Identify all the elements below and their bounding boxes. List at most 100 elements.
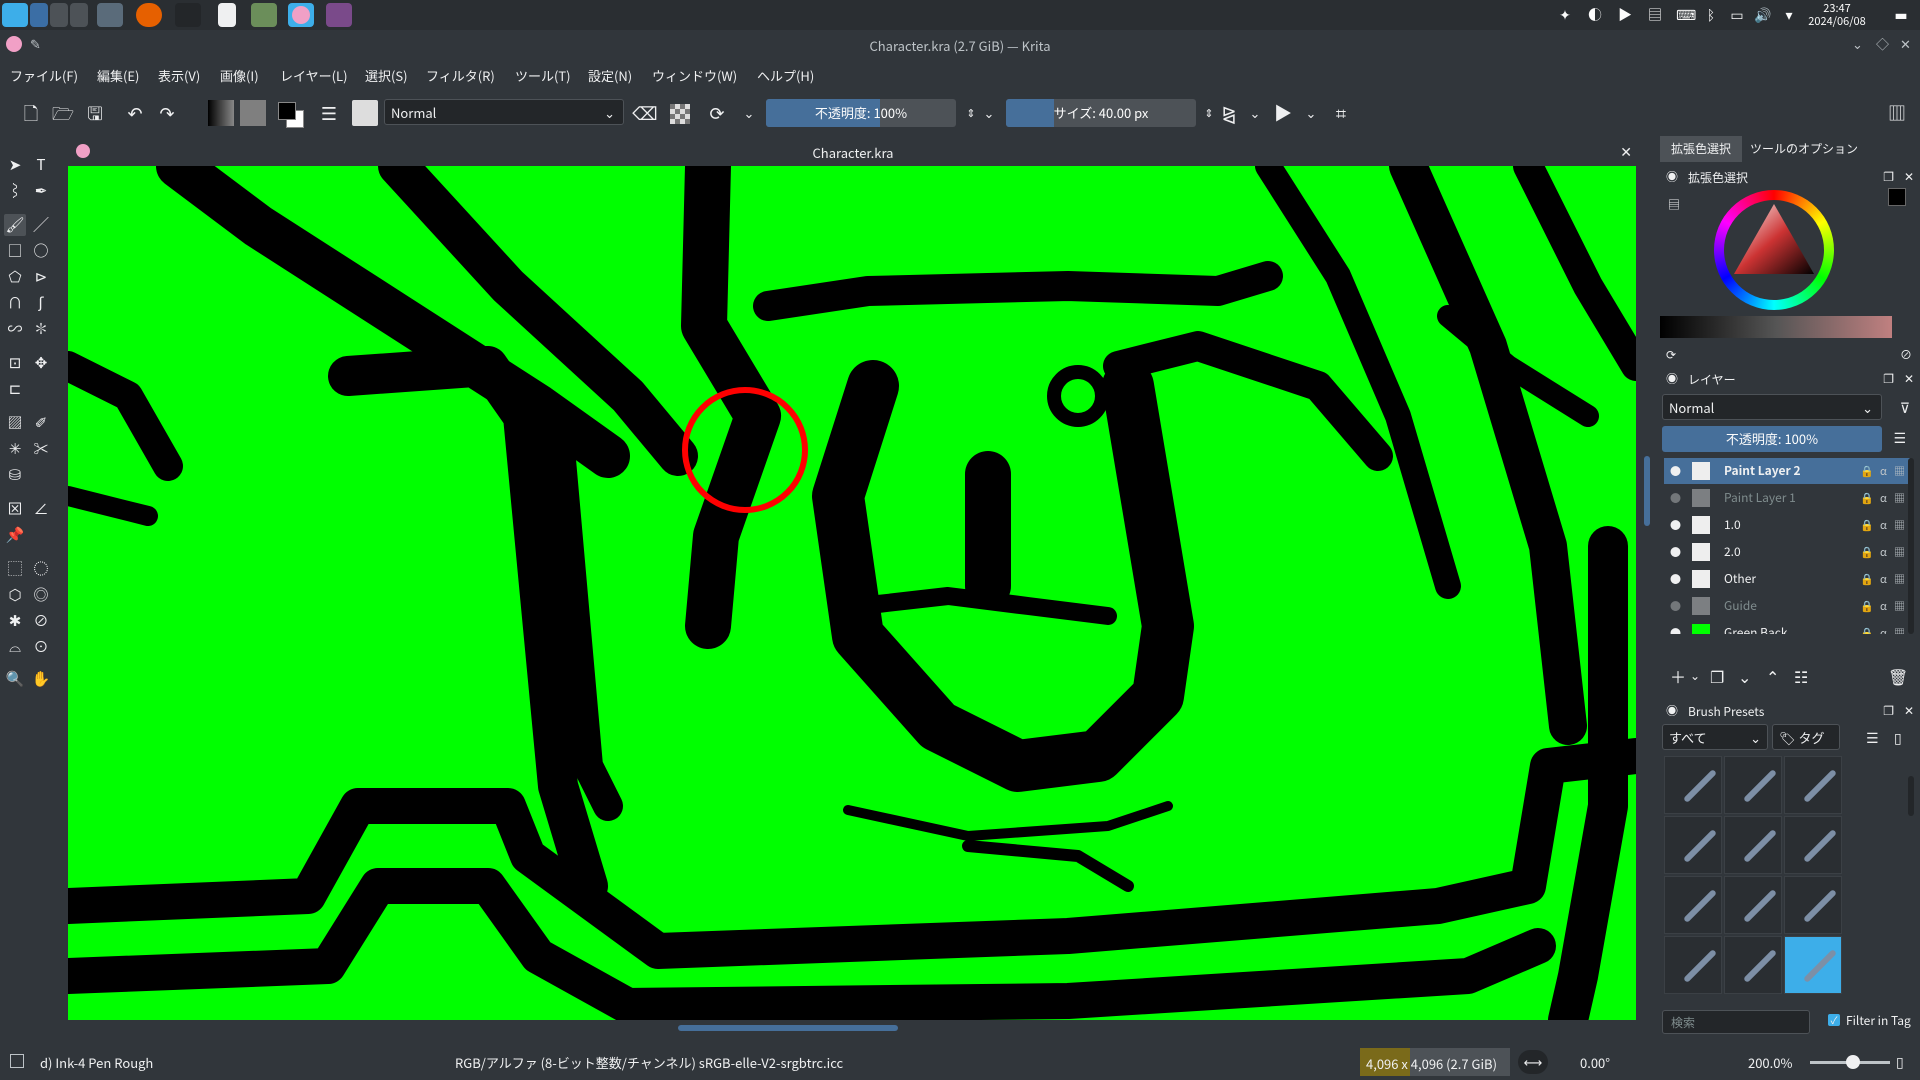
filter-in-tag-checkbox[interactable]: ✓ bbox=[1828, 1014, 1840, 1026]
zoom-tool-icon[interactable]: 🔍 bbox=[4, 668, 26, 690]
layer-lock-icon[interactable]: 🔒 bbox=[1860, 458, 1874, 484]
close-window-icon[interactable]: ✕ bbox=[1900, 34, 1911, 53]
ellipse-select-icon[interactable]: ◌ bbox=[30, 558, 52, 580]
mirror-h-dropdown-icon[interactable]: ⌄ bbox=[1242, 100, 1268, 126]
move-tool-icon[interactable]: ✥ bbox=[30, 352, 52, 374]
layer-lock-icon[interactable]: 🔒 bbox=[1860, 485, 1874, 511]
freehand-brush-icon[interactable]: 🖌 bbox=[4, 214, 26, 236]
close-tab-icon[interactable]: ✕ bbox=[1620, 142, 1632, 162]
freehand-select-icon[interactable]: ◎ bbox=[30, 584, 52, 606]
inherit-alpha-icon[interactable]: ▦ bbox=[1894, 539, 1905, 565]
ellipse-tool-icon[interactable]: ○ bbox=[30, 240, 52, 262]
add-layer-dropdown-icon[interactable]: ⌄ bbox=[1690, 667, 1700, 684]
menu-filter[interactable]: フィルタ(R) bbox=[426, 66, 495, 85]
eye-icon[interactable]: ● bbox=[1670, 512, 1681, 538]
gradient-tool-icon[interactable]: ▨ bbox=[4, 412, 26, 434]
fit-page-icon[interactable]: ▯ bbox=[1896, 1052, 1904, 1072]
rect-select-icon[interactable]: ⬚ bbox=[4, 558, 26, 580]
inherit-alpha-icon[interactable]: ▦ bbox=[1894, 458, 1905, 484]
inherit-alpha-icon[interactable]: ▦ bbox=[1894, 593, 1905, 619]
brush-preset-thumbnail[interactable] bbox=[1724, 936, 1782, 994]
tray-expand-icon[interactable]: ▾ bbox=[1780, 6, 1798, 24]
workspace-icon[interactable]: ▥ bbox=[1884, 100, 1910, 126]
close-docker-icon[interactable]: ✕ bbox=[1904, 168, 1914, 185]
brush-tag-combo[interactable]: 🏷 タグ bbox=[1772, 724, 1840, 750]
layer-lock-icon[interactable]: 🔒 bbox=[1860, 566, 1874, 592]
opacity-slider[interactable]: 不透明度: 100% bbox=[766, 99, 956, 127]
eye-hidden-icon[interactable]: ● bbox=[1670, 485, 1681, 511]
bezier-tool-icon[interactable]: ∩ bbox=[4, 292, 26, 314]
virtual-desktop-3[interactable] bbox=[70, 3, 88, 27]
smart-patch-icon[interactable]: ✂ bbox=[30, 438, 52, 460]
layer-properties-icon[interactable]: ☷ bbox=[1794, 664, 1808, 688]
alpha-lock-icon[interactable]: α bbox=[1880, 512, 1887, 538]
brush-preset-icon[interactable] bbox=[352, 100, 378, 126]
layer-list-scrollbar[interactable] bbox=[1908, 458, 1914, 634]
volume-icon[interactable]: 🔊 bbox=[1754, 6, 1772, 24]
lock-icon[interactable]: ◉ bbox=[1666, 702, 1678, 719]
tab-color-selector[interactable]: 拡張色選択 bbox=[1660, 136, 1742, 162]
alpha-lock-icon[interactable]: α bbox=[1880, 593, 1887, 619]
brush-view-icon[interactable]: ☰ bbox=[1866, 728, 1879, 748]
fg-bg-color-icon[interactable] bbox=[276, 100, 304, 128]
alpha-lock-icon[interactable]: α bbox=[1880, 458, 1887, 484]
brush-filter-combo[interactable]: すべて ⌄ bbox=[1662, 724, 1768, 750]
menu-image[interactable]: 画像(I) bbox=[220, 66, 259, 85]
inherit-alpha-icon[interactable]: ▦ bbox=[1894, 485, 1905, 511]
layer-lock-icon[interactable]: 🔒 bbox=[1860, 620, 1874, 634]
virtual-desktop-2[interactable] bbox=[50, 3, 68, 27]
rotation-reset-icon[interactable]: ⟷ bbox=[1518, 1050, 1548, 1074]
save-document-icon[interactable]: 🖫 bbox=[82, 100, 108, 126]
brush-preset-thumbnail[interactable] bbox=[1784, 936, 1842, 994]
krita-taskbar-icon[interactable] bbox=[288, 3, 314, 27]
eye-icon[interactable]: ● bbox=[1670, 566, 1681, 592]
document-app-icon[interactable] bbox=[218, 3, 236, 27]
inherit-alpha-icon[interactable]: ▦ bbox=[1894, 566, 1905, 592]
alpha-lock-icon[interactable]: α bbox=[1880, 539, 1887, 565]
freehand-path-icon[interactable]: ʃ bbox=[30, 292, 52, 314]
app-launcher-icon[interactable] bbox=[2, 3, 28, 27]
alpha-lock-icon[interactable]: α bbox=[1880, 485, 1887, 511]
assistant-tool-icon[interactable]: ⊠ bbox=[4, 498, 26, 520]
virtual-desktop-1[interactable] bbox=[30, 3, 48, 27]
similar-select-icon[interactable]: ⊘ bbox=[30, 610, 52, 632]
layer-row[interactable]: ● Paint Layer 2 🔒 α ▦ bbox=[1664, 458, 1910, 484]
mirror-horizontal-icon[interactable]: ⧎ bbox=[1216, 100, 1242, 126]
show-desktop-icon[interactable]: ▬ bbox=[1892, 6, 1910, 24]
brush-preset-thumbnail[interactable] bbox=[1784, 876, 1842, 934]
dynamic-brush-icon[interactable]: ∽ bbox=[4, 318, 26, 340]
brush-panel-icon[interactable]: ▯ bbox=[1894, 728, 1902, 748]
eye-hidden-icon[interactable]: ● bbox=[1670, 593, 1681, 619]
layer-row[interactable]: ● 1.0 🔒 α ▦ bbox=[1664, 512, 1910, 538]
brush-preset-thumbnail[interactable] bbox=[1724, 816, 1782, 874]
float-docker-icon[interactable]: ❐ bbox=[1883, 702, 1894, 719]
colorize-mask-icon[interactable]: ✳ bbox=[4, 438, 26, 460]
layer-lock-icon[interactable]: 🔒 bbox=[1860, 539, 1874, 565]
layer-filter-icon[interactable]: ⊽ bbox=[1900, 398, 1910, 418]
vertical-scroll-thumb[interactable] bbox=[1644, 456, 1650, 526]
edit-shapes-icon[interactable]: ⌇ bbox=[4, 180, 26, 202]
alpha-lock-icon[interactable]: α bbox=[1880, 566, 1887, 592]
color-picker-icon[interactable]: ✐ bbox=[30, 412, 52, 434]
lock-icon[interactable]: ◉ bbox=[1666, 168, 1678, 185]
close-docker-icon[interactable]: ✕ bbox=[1904, 370, 1914, 387]
polyline-tool-icon[interactable]: ⊳ bbox=[30, 266, 52, 288]
alpha-lock-icon[interactable]: α bbox=[1880, 620, 1887, 634]
polygon-tool-icon[interactable]: ⬠ bbox=[4, 266, 26, 288]
vertical-scrollbar[interactable] bbox=[1640, 166, 1654, 1020]
menu-view[interactable]: 表示(V) bbox=[158, 66, 200, 85]
size-slider[interactable]: サイズ: 40.00 px bbox=[1006, 99, 1196, 127]
layer-row[interactable]: ● Green Back 🔒 α ▦ bbox=[1664, 620, 1910, 634]
contiguous-select-icon[interactable]: ✱ bbox=[4, 610, 26, 632]
reload-preset-icon[interactable]: ⟳ bbox=[704, 100, 730, 126]
horizontal-scroll-thumb[interactable] bbox=[678, 1025, 898, 1031]
bezier-select-icon[interactable]: ⌓ bbox=[4, 636, 26, 658]
preserve-alpha-icon[interactable] bbox=[670, 104, 690, 124]
opacity-dropdown-icon[interactable]: ⌄ bbox=[976, 100, 1002, 126]
fill-tool-icon[interactable]: ⛁ bbox=[4, 464, 26, 486]
duplicate-layer-icon[interactable]: ❐ bbox=[1710, 664, 1724, 688]
mirror-vertical-icon[interactable]: ▶ bbox=[1270, 100, 1296, 126]
brush-preset-thumbnail[interactable] bbox=[1664, 936, 1722, 994]
select-shapes-icon[interactable]: ➤ bbox=[4, 154, 26, 176]
open-document-icon[interactable]: 🗁 bbox=[50, 100, 76, 126]
